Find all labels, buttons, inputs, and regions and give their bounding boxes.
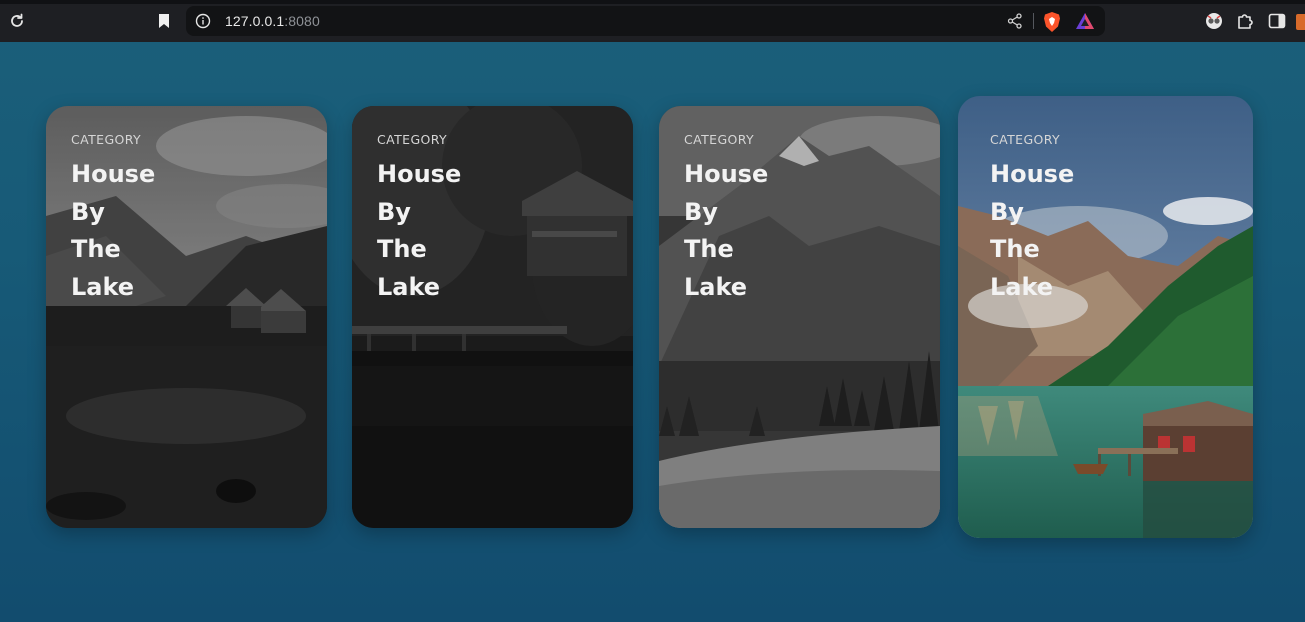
card-2-title-line-2: By	[377, 197, 411, 226]
card-4[interactable]: CATEGORY House By The Lake	[958, 96, 1253, 538]
url-text: 127.0.0.1:8080	[225, 13, 320, 29]
extension-icon[interactable]	[1202, 9, 1226, 33]
card-2-title-line-1: House	[377, 160, 462, 188]
card-3-title-line-1: House	[684, 160, 769, 188]
card-1-title-line-4: Lake	[71, 272, 135, 301]
card-4-title-line-1: House	[990, 160, 1075, 188]
card-1-title: House By The Lake	[71, 156, 211, 306]
card-2[interactable]: CATEGORY House By The Lake	[352, 106, 633, 528]
card-3[interactable]: CATEGORY House By The Lake	[659, 106, 940, 528]
card-3-title-line-3: The	[684, 235, 734, 263]
sidebar-icon[interactable]	[1265, 9, 1289, 33]
url-host: 127.0.0.1	[225, 13, 285, 29]
card-2-title: House By The Lake	[377, 156, 517, 306]
share-icon[interactable]	[1006, 12, 1024, 35]
card-4-category: CATEGORY	[990, 132, 1061, 147]
card-1-title-line-1: House	[71, 160, 156, 188]
card-3-title-line-4: Lake	[684, 272, 748, 301]
card-1-category: CATEGORY	[71, 132, 142, 147]
info-icon[interactable]	[195, 13, 211, 29]
card-2-title-line-4: Lake	[377, 272, 441, 301]
extension-edge-icon[interactable]	[1296, 14, 1305, 30]
brave-rewards-icon[interactable]	[1074, 11, 1096, 36]
url-port: :8080	[284, 13, 320, 29]
card-4-title: House By The Lake	[990, 156, 1130, 306]
omnibox-divider	[1033, 13, 1034, 29]
card-3-title: House By The Lake	[684, 156, 824, 306]
card-1[interactable]: CATEGORY House By The Lake	[46, 106, 327, 528]
brave-shields-icon[interactable]	[1042, 11, 1062, 38]
address-bar[interactable]: 127.0.0.1:8080	[186, 6, 1105, 36]
browser-toolbar: 127.0.0.1:8080	[0, 0, 1305, 42]
card-2-category: CATEGORY	[377, 132, 448, 147]
card-3-title-line-2: By	[684, 197, 718, 226]
card-4-title-line-4: Lake	[990, 272, 1054, 301]
puzzle-icon[interactable]	[1233, 9, 1257, 33]
card-3-category: CATEGORY	[684, 132, 755, 147]
card-1-title-line-2: By	[71, 197, 105, 226]
card-4-title-line-3: The	[990, 235, 1040, 263]
reload-icon[interactable]	[5, 9, 29, 33]
card-2-title-line-3: The	[377, 235, 427, 263]
card-1-title-line-3: The	[71, 235, 121, 263]
bookmark-icon[interactable]	[152, 9, 176, 33]
card-4-title-line-2: By	[990, 197, 1024, 226]
